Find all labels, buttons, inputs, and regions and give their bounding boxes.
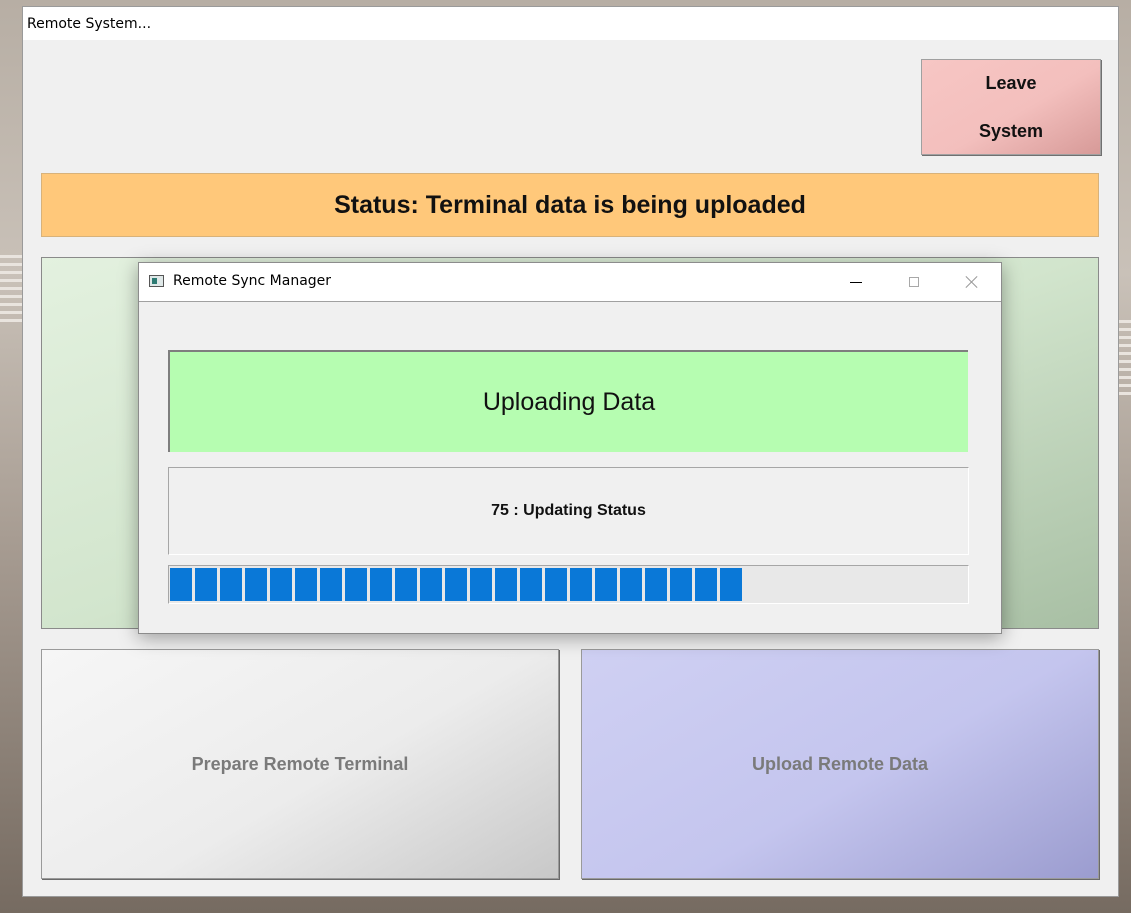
minimize-icon — [850, 281, 862, 283]
upload-button-label: Upload Remote Data — [751, 753, 929, 774]
main-window-title: Remote System... — [27, 15, 152, 32]
dialog-title: Remote Sync Manager — [173, 273, 332, 289]
leave-system-button[interactable]: Leave System — [921, 59, 1101, 155]
prepare-remote-terminal-button[interactable]: Prepare Remote Terminal — [41, 649, 559, 879]
dialog-titlebar[interactable]: Remote Sync Manager — [139, 263, 1001, 302]
prepare-button-label: Prepare Remote Terminal — [191, 753, 409, 774]
upload-progress-bar — [168, 565, 969, 604]
step-status-text: 75 : Updating Status — [491, 502, 646, 519]
maximize-button[interactable] — [885, 263, 943, 301]
maximize-icon — [909, 277, 919, 287]
app-window-icon — [149, 275, 164, 287]
leave-button-line1: Leave — [985, 73, 1037, 93]
desktop-background-detail — [0, 255, 22, 327]
step-status-box: 75 : Updating Status — [168, 467, 969, 555]
leave-button-line2: System — [978, 121, 1044, 141]
upload-remote-data-button[interactable]: Upload Remote Data — [581, 649, 1099, 879]
remote-sync-manager-dialog: Remote Sync Manager Uploading Data 75 : … — [138, 262, 1002, 634]
close-button[interactable] — [943, 263, 1001, 301]
progress-bar-fill — [170, 568, 744, 601]
minimize-button[interactable] — [827, 263, 885, 301]
status-banner: Status: Terminal data is being uploaded — [41, 173, 1099, 237]
uploading-data-header: Uploading Data — [168, 350, 968, 452]
main-window-titlebar[interactable]: Remote System... — [23, 7, 1118, 40]
status-text: Status: Terminal data is being uploaded — [334, 190, 806, 219]
desktop-background-detail — [1118, 320, 1131, 400]
uploading-data-text: Uploading Data — [482, 387, 656, 416]
close-icon — [965, 275, 979, 289]
